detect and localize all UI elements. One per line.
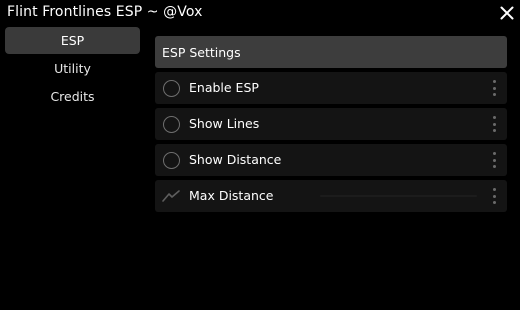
slider-trend-icon: [162, 187, 180, 205]
title-bar: Flint Frontlines ESP ~ @Vox: [0, 0, 520, 26]
row-label: Show Lines: [189, 116, 260, 131]
row-label: Enable ESP: [189, 80, 259, 95]
sidebar-item-esp[interactable]: ESP: [5, 27, 140, 54]
more-options-icon[interactable]: [491, 116, 497, 132]
app-window: Flint Frontlines ESP ~ @Vox ESP Utility …: [0, 0, 520, 310]
sidebar: ESP Utility Credits: [5, 27, 140, 111]
close-button[interactable]: [496, 3, 518, 23]
section-header: ESP Settings: [155, 36, 507, 68]
row-label: Show Distance: [189, 152, 282, 167]
settings-panel: ESP Settings Enable ESP Show Lines Show …: [155, 36, 507, 212]
section-title: ESP Settings: [162, 44, 241, 60]
window-title: Flint Frontlines ESP ~ @Vox: [7, 4, 203, 20]
row-label: Max Distance: [189, 188, 274, 203]
show-lines-toggle[interactable]: Show Lines: [155, 108, 507, 140]
enable-esp-toggle[interactable]: Enable ESP: [155, 72, 507, 104]
show-distance-toggle[interactable]: Show Distance: [155, 144, 507, 176]
close-icon: [500, 6, 514, 20]
toggle-circle-icon[interactable]: [162, 115, 180, 133]
sidebar-item-label: Utility: [54, 61, 91, 76]
more-options-icon[interactable]: [491, 80, 497, 96]
toggle-circle-icon[interactable]: [162, 151, 180, 169]
sidebar-item-label: Credits: [50, 89, 95, 104]
sidebar-item-utility[interactable]: Utility: [5, 55, 140, 82]
more-options-icon[interactable]: [491, 188, 497, 204]
slider-track[interactable]: [320, 195, 477, 197]
more-options-icon[interactable]: [491, 152, 497, 168]
sidebar-item-label: ESP: [60, 33, 85, 48]
toggle-circle-icon[interactable]: [162, 79, 180, 97]
sidebar-item-credits[interactable]: Credits: [5, 83, 140, 110]
max-distance-slider[interactable]: Max Distance: [155, 180, 507, 212]
